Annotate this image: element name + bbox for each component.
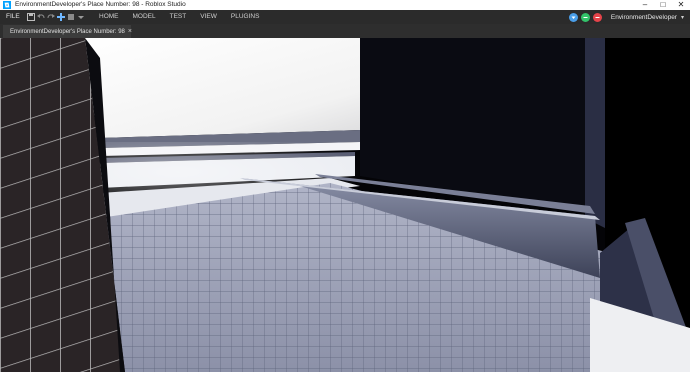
roblox-studio-logo-icon [3, 1, 11, 9]
stop-icon[interactable] [66, 10, 76, 24]
tab-test[interactable]: TEST [163, 10, 194, 24]
window-title: EnvironmentDeveloper's Place Number: 98 … [15, 1, 186, 8]
close-button[interactable]: ✕ [672, 0, 690, 10]
right-pillar [585, 38, 605, 228]
undo-icon[interactable] [36, 10, 46, 24]
notifications-icon[interactable] [592, 12, 602, 22]
3d-viewport[interactable] [0, 38, 690, 372]
user-name[interactable]: EnvironmentDeveloper [611, 14, 677, 21]
status-strip [0, 372, 690, 387]
tab-home[interactable]: HOME [92, 10, 126, 24]
tab-place-document[interactable]: EnvironmentDeveloper's Place Number: 98 … [3, 25, 132, 38]
redo-icon[interactable] [46, 10, 56, 24]
file-menu[interactable]: FILE [6, 10, 26, 24]
window-title-bar: EnvironmentDeveloper's Place Number: 98 … [0, 0, 690, 10]
document-tab-label: EnvironmentDeveloper's Place Number: 98 [10, 28, 125, 35]
save-icon[interactable] [26, 10, 36, 24]
team-create-status-icon[interactable] [580, 12, 590, 22]
tab-plugins[interactable]: PLUGINS [224, 10, 267, 24]
ribbon-menu-bar: FILE HOME MODEL TEST VIEW PLUGINS Enviro… [0, 10, 690, 24]
tab-model[interactable]: MODEL [126, 10, 163, 24]
quick-access-dropdown-icon[interactable] [76, 10, 86, 24]
scene-render [0, 38, 690, 372]
minimize-button[interactable]: – [636, 0, 654, 10]
help-icon[interactable] [568, 12, 578, 22]
user-menu-caret[interactable]: ▾ [681, 14, 684, 21]
tab-view[interactable]: VIEW [193, 10, 224, 24]
document-tab-strip: EnvironmentDeveloper's Place Number: 98 … [0, 24, 690, 38]
add-part-icon[interactable] [56, 10, 66, 24]
maximize-button[interactable]: □ [654, 0, 672, 10]
document-tab-close-button[interactable]: × [128, 28, 132, 35]
